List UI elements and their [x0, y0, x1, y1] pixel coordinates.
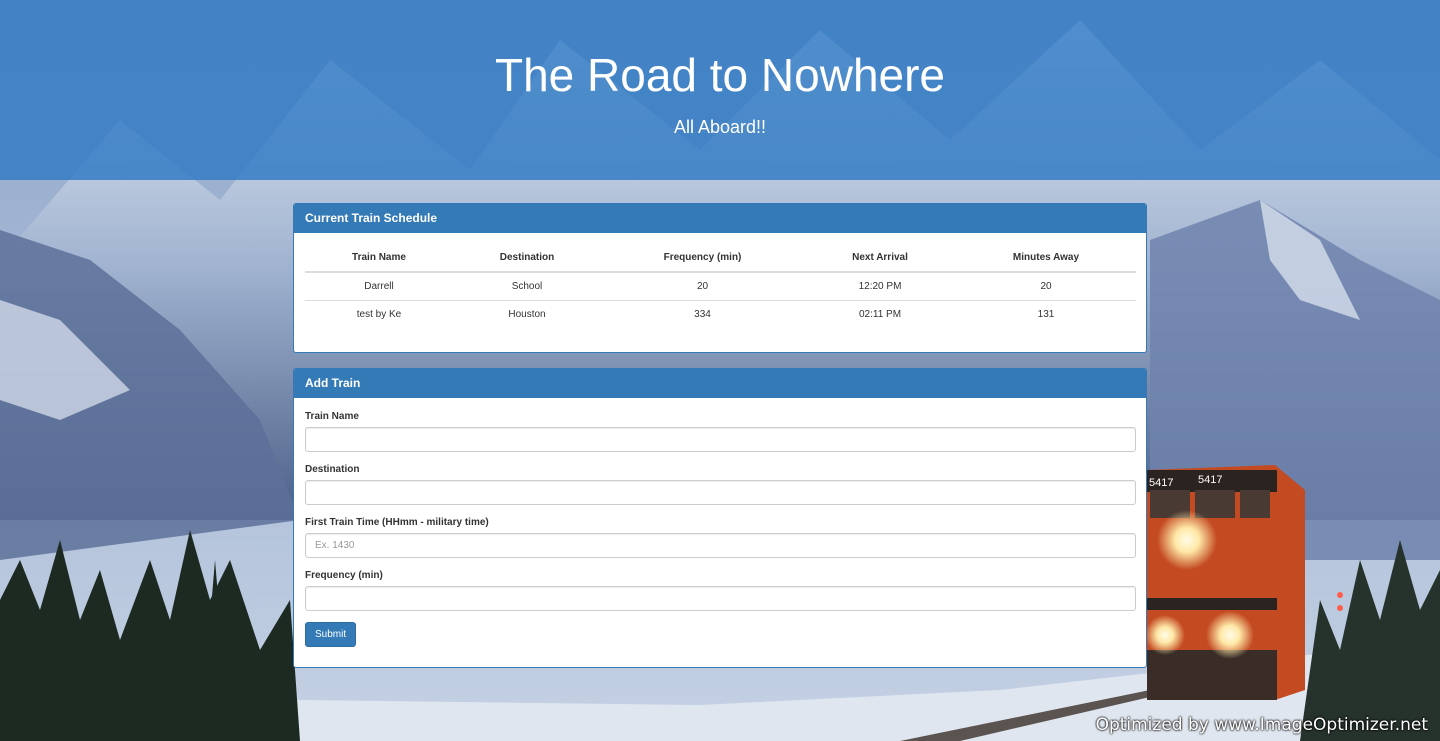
locomotive-number-right: 5417	[1198, 474, 1222, 486]
schedule-panel: Current Train Schedule Train Name Destin…	[293, 203, 1147, 353]
train-name-input[interactable]	[305, 427, 1136, 452]
submit-button[interactable]: Submit	[305, 622, 357, 647]
table-row: test by Ke Houston 334 02:11 PM 131	[305, 300, 1136, 328]
col-destination: Destination	[453, 244, 601, 273]
page-subtitle: All Aboard!!	[673, 117, 767, 137]
cell-train-name: Darrell	[305, 272, 453, 301]
train-name-label: Train Name	[305, 411, 359, 422]
col-next-arrival: Next Arrival	[804, 244, 956, 273]
table-header-row: Train Name Destination Frequency (min) N…	[305, 244, 1136, 273]
col-minutes-away: Minutes Away	[956, 244, 1136, 273]
form-group-frequency: Frequency (min)	[305, 569, 1136, 611]
col-train-name: Train Name	[305, 244, 453, 273]
cell-destination: School	[453, 272, 601, 301]
form-group-destination: Destination	[305, 463, 1136, 505]
frequency-input[interactable]	[305, 586, 1136, 611]
destination-label: Destination	[305, 464, 360, 475]
cell-next-arrival: 12:20 PM	[804, 272, 956, 301]
add-train-panel: Add Train Train Name Destination First T…	[293, 368, 1147, 668]
schedule-table: Train Name Destination Frequency (min) N…	[305, 244, 1136, 328]
page-title: The Road to Nowhere	[494, 49, 946, 101]
cell-next-arrival: 02:11 PM	[858, 308, 902, 320]
cell-frequency: 20	[601, 272, 804, 301]
first-train-time-input[interactable]	[305, 533, 1136, 558]
form-group-first-train-time: First Train Time (HHmm - military time)	[305, 516, 1136, 558]
table-row: Darrell School 20 12:20 PM 20	[305, 272, 1136, 301]
frequency-label: Frequency (min)	[305, 570, 383, 581]
col-frequency: Frequency (min)	[601, 244, 804, 273]
cell-minutes-away: 131	[1037, 308, 1055, 320]
schedule-panel-heading: Current Train Schedule	[294, 204, 1146, 233]
locomotive-number-left: 5417	[1149, 477, 1173, 489]
form-group-train-name: Train Name	[305, 410, 1136, 452]
cell-minutes-away: 20	[956, 272, 1136, 301]
watermark-text: Optimized by www.ImageOptimizer.net	[1095, 715, 1428, 735]
destination-input[interactable]	[305, 480, 1136, 505]
header-jumbotron: The Road to Nowhere All Aboard!!	[0, 0, 1440, 180]
cell-destination: Houston	[508, 308, 546, 320]
cell-train-name: test by Ke	[356, 308, 402, 320]
first-train-time-label: First Train Time (HHmm - military time)	[305, 517, 489, 528]
add-train-panel-heading: Add Train	[294, 369, 1146, 398]
add-train-form: Train Name Destination First Train Time …	[294, 398, 1146, 647]
cell-frequency: 334	[694, 308, 711, 320]
